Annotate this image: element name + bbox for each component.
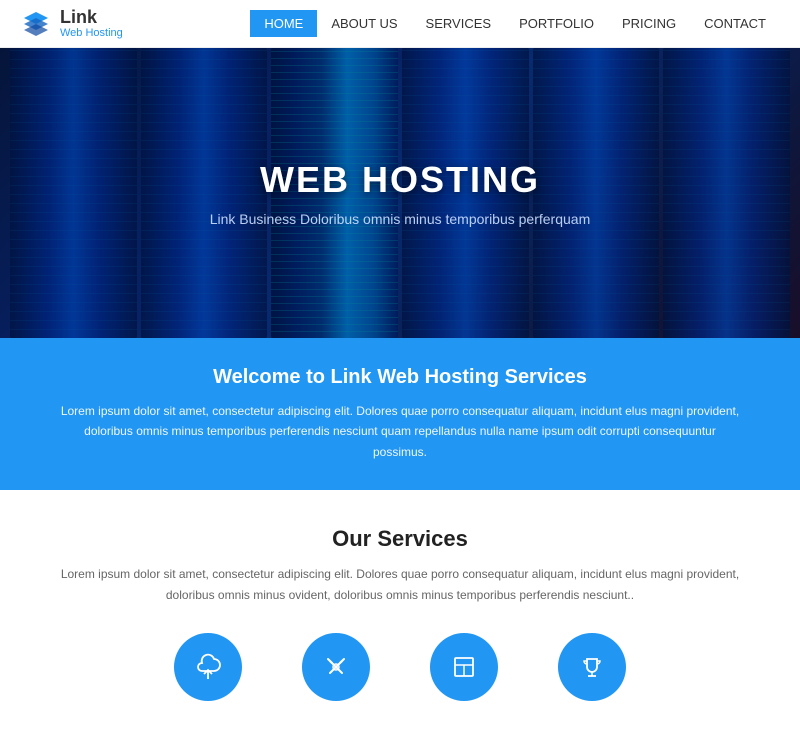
service-tools-button[interactable]: [302, 633, 370, 701]
main-nav: HOME ABOUT US SERVICES PORTFOLIO PRICING…: [250, 10, 780, 37]
tools-icon: [320, 651, 352, 683]
nav-portfolio[interactable]: PORTFOLIO: [505, 10, 608, 37]
welcome-section: Welcome to Link Web Hosting Services Lor…: [0, 338, 800, 490]
trophy-icon: [576, 651, 608, 683]
hero-section: WEB HOSTING Link Business Doloribus omni…: [0, 48, 800, 338]
nav-contact[interactable]: CONTACT: [690, 10, 780, 37]
service-tools: [302, 633, 370, 701]
service-cloud: [174, 633, 242, 701]
nav-pricing[interactable]: PRICING: [608, 10, 690, 37]
service-trophy-button[interactable]: [558, 633, 626, 701]
services-title: Our Services: [40, 526, 760, 552]
services-icons: [40, 633, 760, 701]
service-layout: [430, 633, 498, 701]
nav-services[interactable]: SERVICES: [412, 10, 506, 37]
service-trophy: [558, 633, 626, 701]
hero-content: WEB HOSTING Link Business Doloribus omni…: [210, 159, 591, 227]
services-text: Lorem ipsum dolor sit amet, consectetur …: [50, 564, 750, 605]
logo: Link Web Hosting: [20, 8, 123, 40]
logo-icon: [20, 8, 52, 40]
nav-about[interactable]: ABOUT US: [317, 10, 411, 37]
welcome-text: Lorem ipsum dolor sit amet, consectetur …: [60, 401, 740, 462]
service-cloud-button[interactable]: [174, 633, 242, 701]
layout-icon: [448, 651, 480, 683]
header: Link Web Hosting HOME ABOUT US SERVICES …: [0, 0, 800, 48]
nav-home[interactable]: HOME: [250, 10, 317, 37]
logo-subtitle: Web Hosting: [60, 27, 123, 39]
service-layout-button[interactable]: [430, 633, 498, 701]
hero-subtitle: Link Business Doloribus omnis minus temp…: [210, 211, 591, 227]
welcome-title: Welcome to Link Web Hosting Services: [60, 366, 740, 389]
services-section: Our Services Lorem ipsum dolor sit amet,…: [0, 490, 800, 731]
cloud-upload-icon: [192, 651, 224, 683]
hero-title: WEB HOSTING: [210, 159, 591, 201]
logo-name: Link: [60, 8, 123, 28]
